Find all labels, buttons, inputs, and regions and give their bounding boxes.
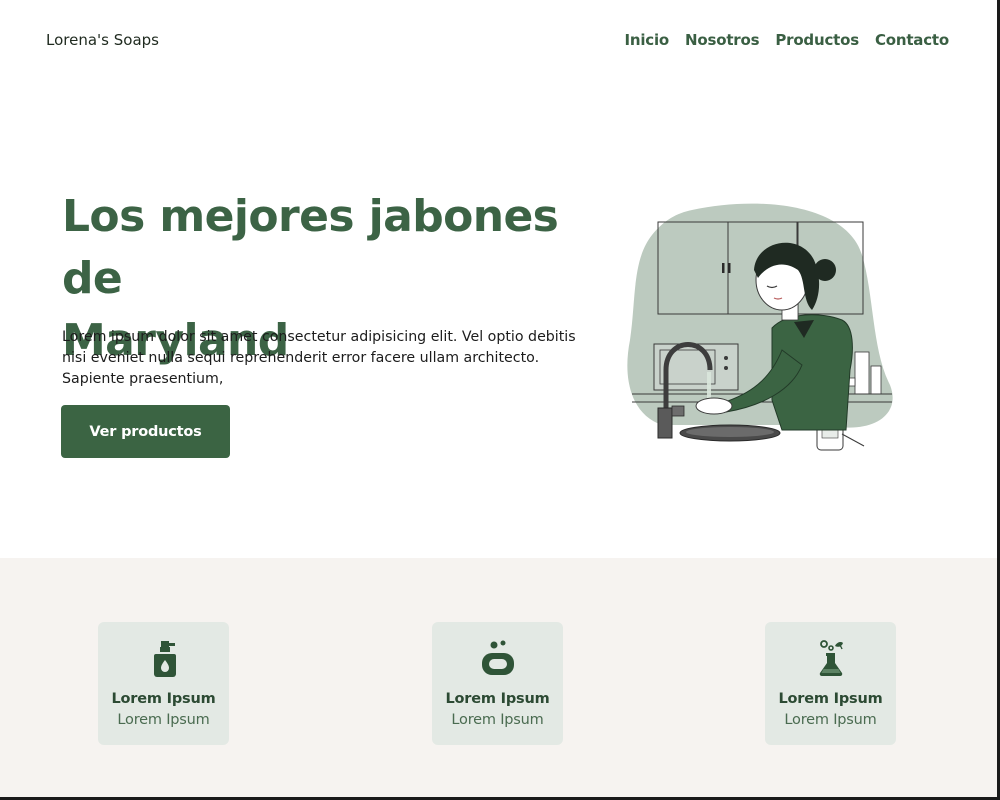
feature-card-title: Lorem Ipsum — [778, 691, 883, 707]
hero-description: Lorem ipsum dolor sit amet consectetur a… — [62, 329, 576, 387]
feature-card-subtitle: Lorem Ipsum — [451, 712, 544, 728]
feature-card-subtitle: Lorem Ipsum — [117, 712, 210, 728]
feature-card-subtitle: Lorem Ipsum — [784, 712, 877, 728]
hero-title-line-1: Los mejores jabones de — [62, 191, 559, 304]
soap-bar-icon — [481, 640, 514, 675]
woman-washing-hands-illustration — [627, 203, 893, 451]
feature-card: Lorem Ipsum Lorem Ipsum — [765, 622, 896, 745]
main-nav: Inicio Nosotros Productos Contacto — [624, 31, 949, 49]
site-header: Lorena's Soaps Inicio Nosotros Productos… — [0, 0, 997, 80]
feature-card: Lorem Ipsum Lorem Ipsum — [432, 622, 563, 745]
features-section: Lorem Ipsum Lorem Ipsum Lorem Ipsum Lore… — [0, 558, 997, 797]
page: Lorena's Soaps Inicio Nosotros Productos… — [0, 0, 1000, 800]
feature-card: Lorem Ipsum Lorem Ipsum — [98, 622, 229, 745]
nav-link-nosotros[interactable]: Nosotros — [685, 31, 759, 49]
soap-dispenser-icon — [153, 641, 176, 677]
feature-card-title: Lorem Ipsum — [445, 691, 550, 707]
nav-link-inicio[interactable]: Inicio — [624, 31, 669, 49]
brand-logo-link[interactable]: Lorena's Soaps — [46, 31, 159, 49]
nav-link-contacto[interactable]: Contacto — [875, 31, 949, 49]
nav-link-productos[interactable]: Productos — [775, 31, 859, 49]
ver-productos-button[interactable]: Ver productos — [61, 405, 230, 458]
feature-card-title: Lorem Ipsum — [111, 691, 216, 707]
flask-icon — [819, 640, 843, 677]
